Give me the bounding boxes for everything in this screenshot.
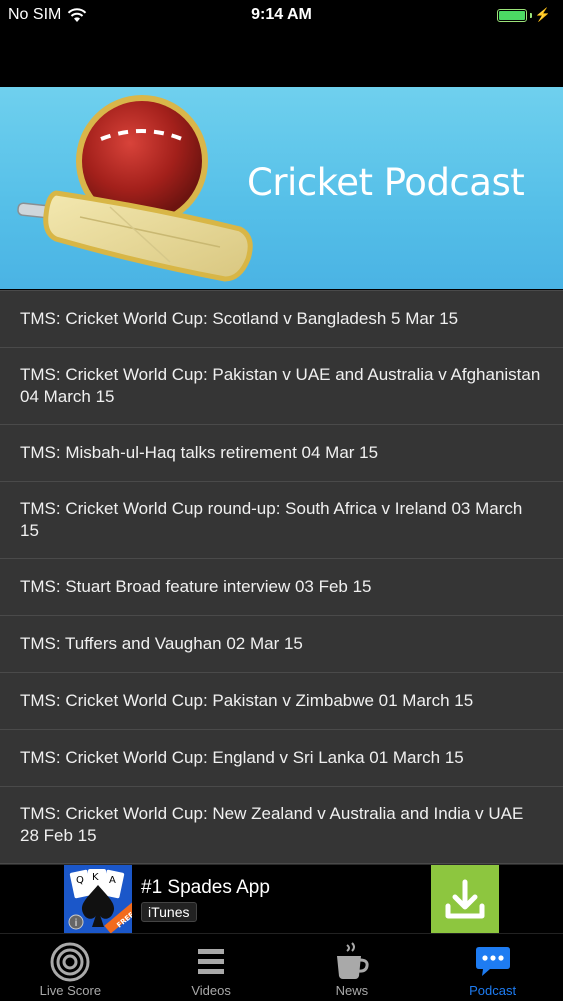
nav-bar [0,30,563,87]
podcast-title: TMS: Tuffers and Vaughan 02 Mar 15 [20,634,303,653]
podcast-list-item[interactable]: TMS: Stuart Broad feature interview 03 F… [0,559,563,616]
ad-banner[interactable]: Q K A i FREE #1 Spades App iTunes [0,865,563,933]
podcast-list: TMS: Cricket World Cup: Scotland v Bangl… [0,290,563,865]
coffee-cup-icon [336,942,369,979]
tab-label: Live Score [39,983,102,998]
podcast-list-item[interactable]: TMS: Misbah-ul-Haq talks retirement 04 M… [0,425,563,482]
podcast-list-item[interactable]: TMS: Tuffers and Vaughan 02 Mar 15 [0,616,563,673]
podcast-list-item[interactable]: TMS: Cricket World Cup: Pakistan v UAE a… [0,348,563,425]
card-rank: A [109,875,116,886]
download-button[interactable] [431,865,499,933]
podcast-title: TMS: Cricket World Cup: Pakistan v UAE a… [20,365,541,406]
svg-text:i: i [75,918,78,929]
podcast-list-item[interactable]: TMS: Cricket World Cup: Scotland v Bangl… [0,290,563,348]
ad-title: #1 Spades App [141,877,270,898]
podcast-title: TMS: Stuart Broad feature interview 03 F… [20,577,372,596]
download-icon [445,879,485,919]
tab-label: Podcast [469,983,517,998]
charging-icon: ⚡ [534,7,551,22]
tab-bar: Live Score Videos News Podcast [0,933,563,1001]
card-rank: Q [76,875,84,886]
podcast-title: TMS: Cricket World Cup round-up: South A… [20,499,523,540]
tab-news[interactable]: News [282,934,423,1001]
podcast-title: TMS: Cricket World Cup: Scotland v Bangl… [20,309,459,328]
tab-podcast[interactable]: Podcast [422,934,563,1001]
podcast-title: TMS: Cricket World Cup: Pakistan v Zimba… [20,691,474,710]
spades-app-icon[interactable]: Q K A i FREE [64,865,132,933]
status-bar: No SIM 9:14 AM ⚡ [0,0,563,30]
podcast-list-item[interactable]: TMS: Cricket World Cup: New Zealand v Au… [0,787,563,864]
header-banner: Cricket Podcast [0,87,563,289]
speech-bubble-icon [475,947,510,976]
podcast-list-item[interactable]: TMS: Cricket World Cup round-up: South A… [0,482,563,559]
target-icon [50,942,90,982]
battery-icon: ⚡ [496,7,551,23]
podcast-title: TMS: Cricket World Cup: New Zealand v Au… [20,804,524,845]
battery-fill [498,10,525,20]
podcast-list-item[interactable]: TMS: Cricket World Cup: Pakistan v Zimba… [0,673,563,730]
ad-store-badge: iTunes [141,902,197,922]
podcast-list-item[interactable]: TMS: Cricket World Cup: England v Sri La… [0,730,563,787]
banner-title: Cricket Podcast [247,161,525,204]
tab-label: Videos [191,983,231,998]
list-icon [198,949,225,974]
tab-live-score[interactable]: Live Score [0,934,141,1001]
tab-label: News [335,983,369,998]
status-time: 9:14 AM [251,6,312,23]
podcast-title: TMS: Cricket World Cup: England v Sri La… [20,748,464,767]
card-rank: K [92,872,99,883]
podcast-title: TMS: Misbah-ul-Haq talks retirement 04 M… [20,443,379,462]
tab-videos[interactable]: Videos [141,934,282,1001]
